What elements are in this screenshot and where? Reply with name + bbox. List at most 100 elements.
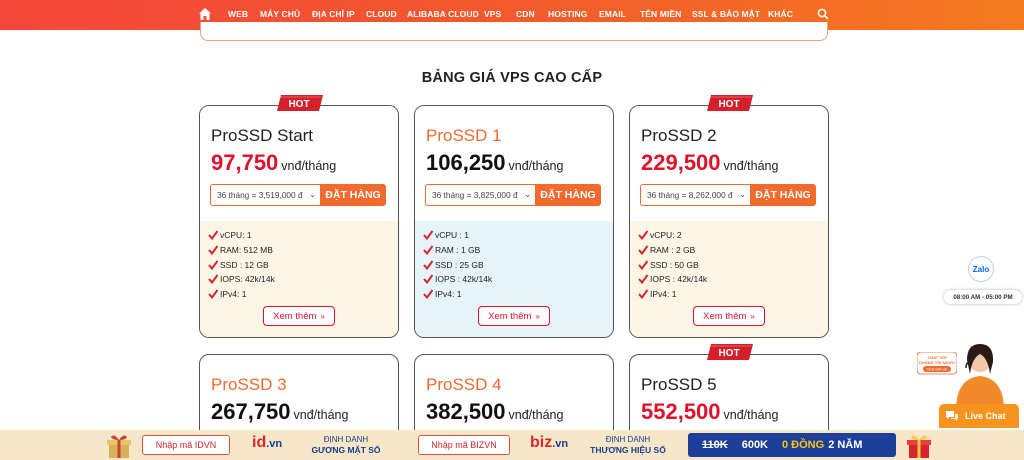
nav-item-dia-chi-ip[interactable]: ĐỊA CHỈ IP [312, 9, 355, 19]
promo-banner[interactable]: Nhập mã IDVN id.vn ĐỊNH DANH GƯƠNG MẶT SỐ… [0, 430, 1024, 460]
order-button[interactable]: ĐẶT HÀNG [535, 184, 601, 206]
spec-item: IOPS: 42k/14k [208, 274, 275, 284]
new-price: 600K [741, 439, 768, 451]
price-value: 552,500 [641, 399, 721, 424]
check-icon [208, 260, 218, 270]
spec-item: IOPS : 42k/14k [638, 274, 707, 284]
plan-price: 97,750 vnđ/tháng [211, 150, 336, 176]
spec-item: SSD : 25 GB [423, 260, 484, 270]
idvn-tagline: ĐỊNH DANH GƯƠNG MẶT SỐ [311, 435, 381, 455]
price-value: 229,500 [641, 150, 721, 175]
order-row: 36 tháng = 3,519,000 đ ⌄ ĐẶT HÀNG [210, 184, 386, 206]
search-icon[interactable] [817, 8, 829, 20]
old-price: 110K [702, 439, 728, 451]
see-more-button[interactable]: Xem thêm» [478, 306, 550, 326]
chevron-down-icon: ⌄ [739, 190, 746, 199]
price-unit: vnđ/tháng [723, 408, 779, 422]
spec-item: RAM : 1 GB [423, 245, 480, 255]
plan-name: ProSSD 5 [641, 375, 717, 394]
billing-period-select[interactable]: 36 tháng = 3,825,000 đ ⌄ [425, 184, 535, 206]
spec-item: IOPS : 42k/14k [423, 274, 492, 284]
spec-item: IPv4: 1 [638, 289, 676, 299]
plan-card-prossd-start: ProSSD Start 97,750 vnđ/tháng 36 tháng = … [199, 105, 399, 338]
double-chevron-down-icon: » [320, 311, 325, 321]
section-title: BẢNG GIÁ VPS CAO CẤP [421, 70, 603, 86]
spec-item: IPv4: 1 [423, 289, 461, 299]
home-icon[interactable] [198, 7, 212, 21]
plan-name: ProSSD 1 [426, 126, 502, 145]
bizvn-logo: biz.vn [530, 434, 569, 451]
price-unit: vnđ/tháng [508, 159, 564, 173]
live-chat-button[interactable]: Live Chat [939, 404, 1019, 428]
nav-item-ten-mien[interactable]: TÊN MIỀN [640, 9, 681, 19]
zalo-chat-button[interactable]: Zalo [968, 256, 994, 282]
zero-price: 0 ĐỒNG [782, 439, 825, 451]
nav-item-alibaba-cloud[interactable]: ALIBABA CLOUD [407, 9, 479, 19]
nav-item-cloud[interactable]: CLOUD [366, 9, 397, 19]
svg-text:HOT: HOT [718, 348, 739, 359]
check-icon [208, 289, 218, 299]
check-icon [423, 230, 433, 240]
nav-item-web[interactable]: WEB [228, 9, 248, 19]
plan-card-prossd-1: ProSSD 1 106,250 vnđ/tháng 36 tháng = 3,8… [414, 105, 614, 338]
billing-period-select[interactable]: 36 tháng = 3,519,000 đ ⌄ [210, 184, 320, 206]
spec-item: RAM : 2 GB [638, 245, 695, 255]
billing-period-value: 36 tháng = 8,262,000 đ [647, 190, 733, 200]
nav-item-khac[interactable]: KHÁC [768, 9, 793, 19]
chevron-down-icon: ⌄ [524, 190, 531, 199]
promo-code-idvn[interactable]: Nhập mã IDVN [142, 435, 230, 455]
support-hours-badge: 08:00 AM - 05:00 PM [944, 290, 1022, 304]
order-button[interactable]: ĐẶT HÀNG [320, 184, 386, 206]
svg-text:CHÚNG TÔI NGAY!: CHÚNG TÔI NGAY! [919, 360, 955, 365]
plan-card-prossd-2: ProSSD 2 229,500 vnđ/tháng 36 tháng = 8,2… [629, 105, 829, 338]
price-unit: vnđ/tháng [723, 159, 779, 173]
plan-name: ProSSD 4 [426, 375, 502, 394]
price-value: 106,250 [426, 150, 506, 175]
order-button[interactable]: ĐẶT HÀNG [750, 184, 816, 206]
zalo-label: Zalo [972, 264, 990, 274]
price-value: 382,500 [426, 399, 506, 424]
gift-box-icon [907, 435, 931, 458]
plan-price: 552,500 vnđ/tháng [641, 399, 778, 425]
spec-item: SSD : 50 GB [638, 260, 699, 270]
check-icon [423, 289, 433, 299]
see-more-button[interactable]: Xem thêm» [263, 306, 335, 326]
billing-period-value: 36 tháng = 3,519,000 đ [217, 190, 303, 200]
check-icon [423, 260, 433, 270]
spec-item: vCPU: 2 [638, 230, 682, 240]
plan-name: ProSSD 2 [641, 126, 717, 145]
chat-icon [946, 411, 958, 421]
live-chat-label: Live Chat [965, 411, 1006, 421]
hot-badge: HOT [707, 95, 753, 111]
spec-item: vCPU: 1 [208, 230, 252, 240]
plan-price: 267,750 vnđ/tháng [211, 399, 348, 425]
check-icon [638, 289, 648, 299]
see-more-button[interactable]: Xem thêm» [693, 306, 765, 326]
check-icon [638, 274, 648, 284]
spec-item: IPv4: 1 [208, 289, 246, 299]
chevron-down-icon: ⌄ [309, 190, 316, 199]
nav-item-vps[interactable]: VPS [484, 9, 501, 19]
check-icon [638, 245, 648, 255]
plan-name: ProSSD 3 [211, 375, 287, 394]
idvn-logo: id.vn [252, 434, 283, 451]
billing-period-select[interactable]: 36 tháng = 8,262,000 đ ⌄ [640, 184, 750, 206]
gift-box-icon [107, 435, 131, 458]
nav-item-ssl-bao-mat[interactable]: SSL & BẢO MẬT [692, 9, 760, 19]
price-unit: vnđ/tháng [508, 408, 564, 422]
nav-item-email[interactable]: EMAIL [599, 9, 626, 19]
deal-duration: 2 NĂM [828, 439, 863, 451]
plan-price: 106,250 vnđ/tháng [426, 150, 563, 176]
hot-badge: HOT [277, 95, 323, 111]
check-icon [208, 230, 218, 240]
svg-text:Chat with us!: Chat with us! [927, 368, 948, 372]
order-row: 36 tháng = 3,825,000 đ ⌄ ĐẶT HÀNG [425, 184, 601, 206]
check-icon [423, 274, 433, 284]
svg-text:HOT: HOT [288, 99, 309, 110]
nav-item-may-chu[interactable]: MÁY CHỦ [260, 9, 300, 19]
price-unit: vnđ/tháng [293, 408, 349, 422]
nav-item-hosting[interactable]: HOSTING [548, 9, 587, 19]
promo-code-bizvn[interactable]: Nhập mã BIZVN [418, 435, 510, 455]
nav-item-cdn[interactable]: CDN [516, 9, 535, 19]
chat-with-us-bubble[interactable]: CHAT VỚI CHÚNG TÔI NGAY! Chat with us! [917, 352, 957, 378]
